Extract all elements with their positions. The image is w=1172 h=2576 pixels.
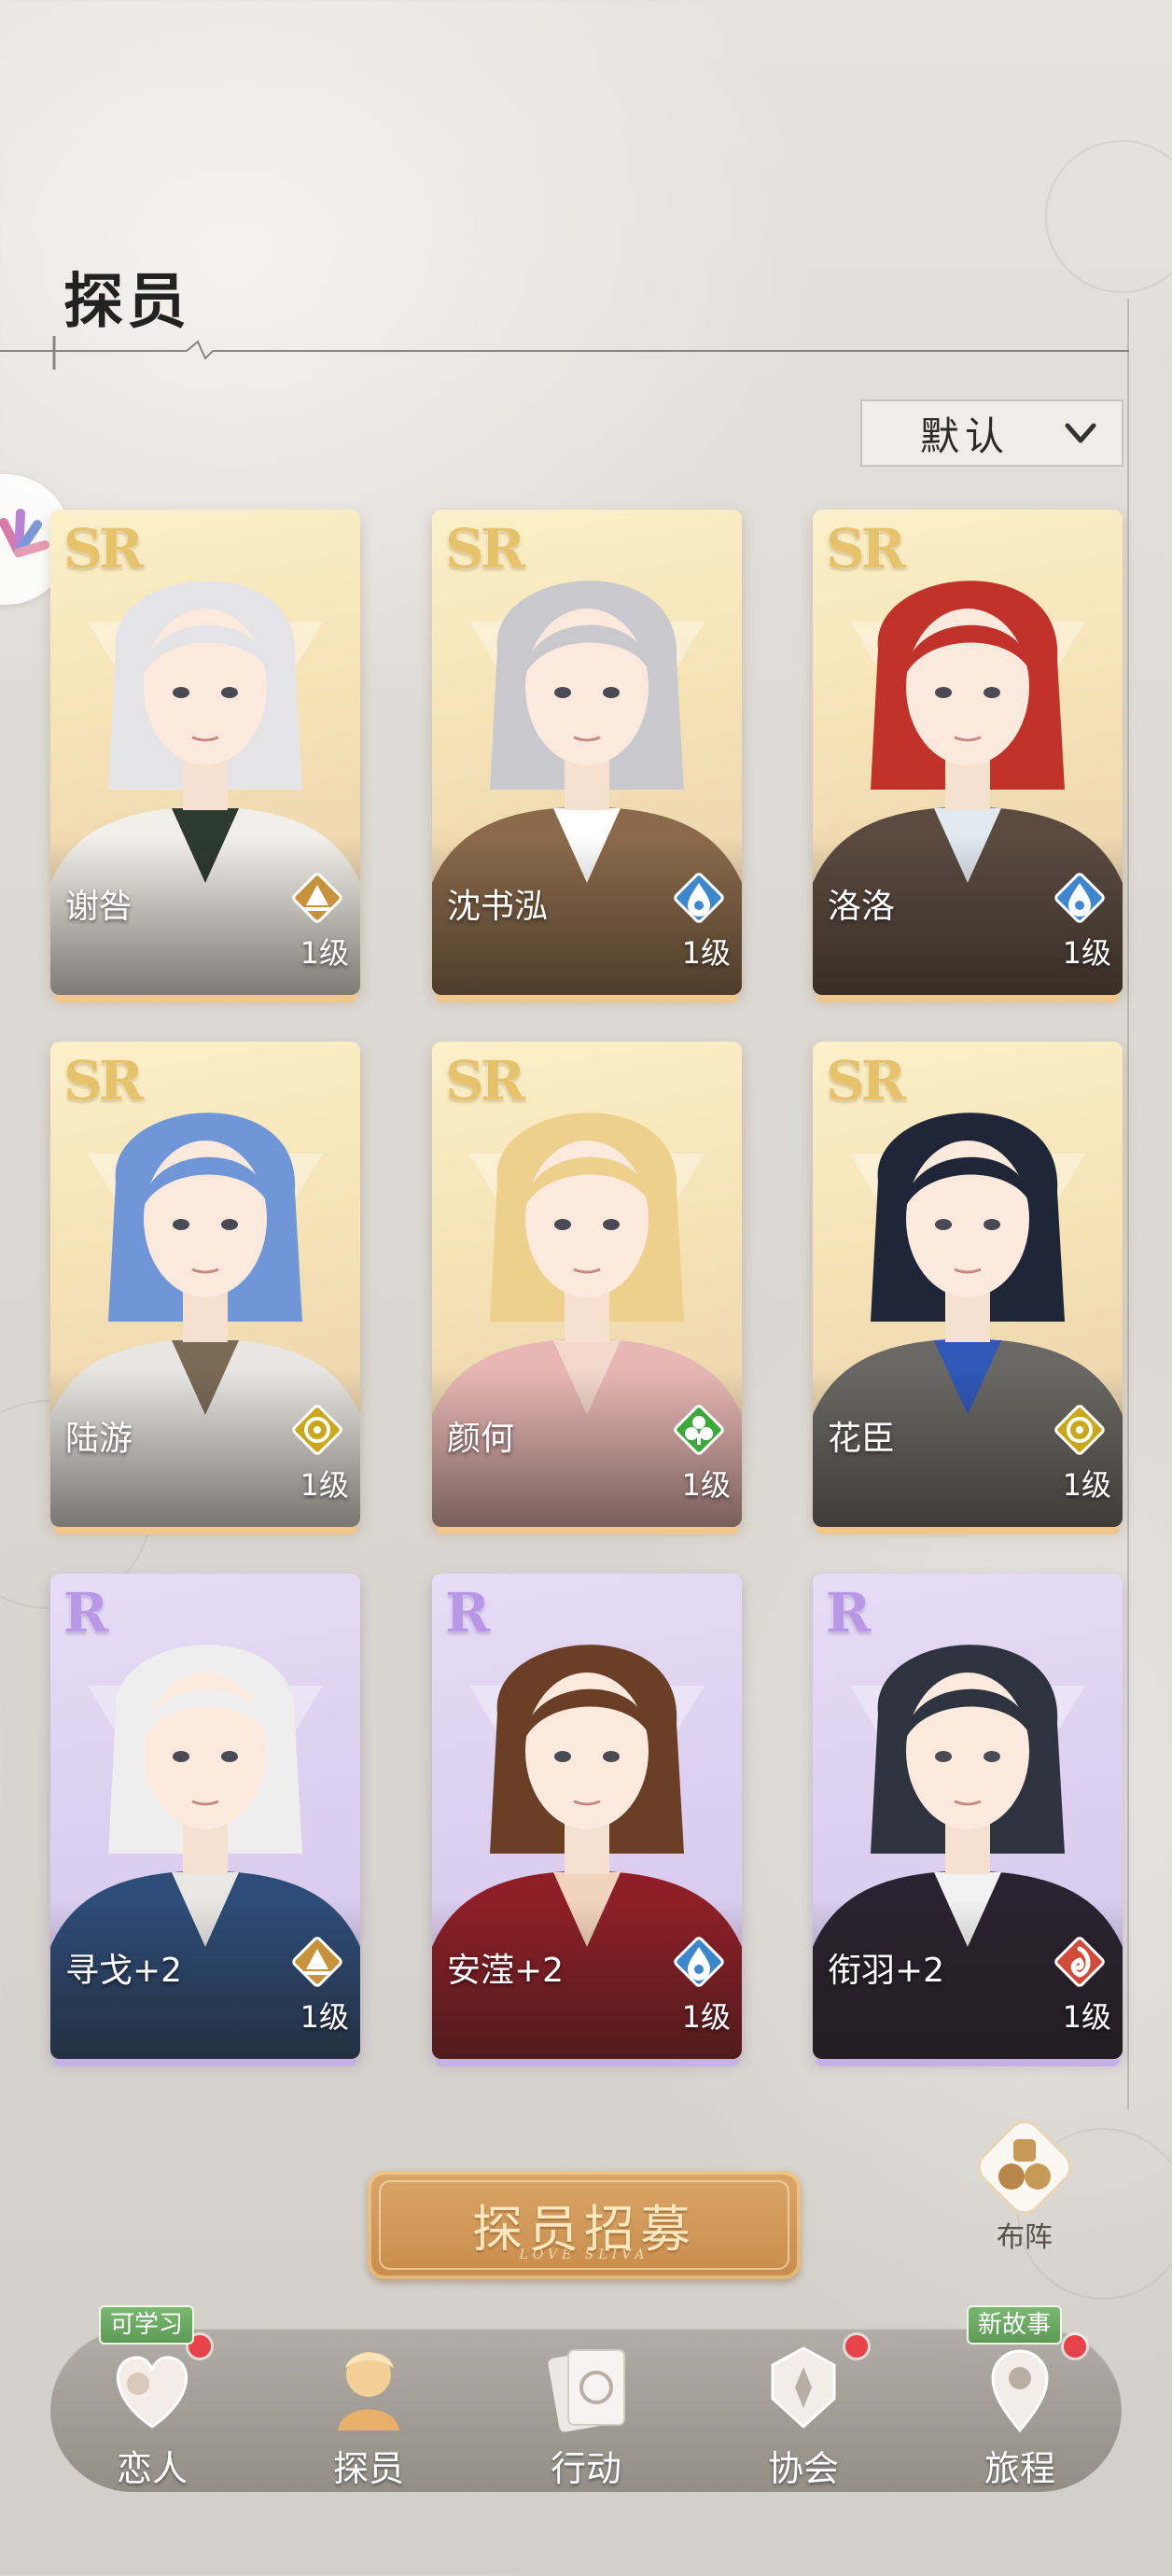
frame-line <box>1127 299 1129 2109</box>
nav-item[interactable]: 恋人 可学习 <box>73 2305 231 2496</box>
agent-name: 沈书泓 <box>447 888 549 926</box>
agent-name: 谢咎 <box>65 888 133 926</box>
rose-decoration <box>1045 140 1172 293</box>
element-yellow-icon <box>289 1402 345 1458</box>
nav-label: 行动 <box>550 2448 621 2489</box>
agent-level: 1级 <box>681 1999 731 2035</box>
agent-card[interactable]: SR 洛洛 1级 <box>813 510 1123 995</box>
element-yellow-icon <box>1052 1402 1108 1458</box>
agent-level: 1级 <box>1062 1467 1111 1503</box>
nav-item[interactable]: 探员 <box>289 2337 448 2496</box>
agent-name: 衔羽+2 <box>828 1952 945 1990</box>
agent-name: 花臣 <box>828 1420 896 1458</box>
rarity-badge: SR <box>445 1049 525 1113</box>
nav-label: 协会 <box>767 2448 839 2489</box>
nav-item[interactable]: 旅程 新故事 <box>941 2305 1099 2496</box>
agent-name: 颜何 <box>447 1420 515 1458</box>
agent-card[interactable]: SR 陆游 1级 <box>50 1042 360 1527</box>
agent-level: 1级 <box>300 1999 349 2035</box>
agent-name: 洛洛 <box>828 888 896 926</box>
element-gold-icon <box>289 870 345 926</box>
recruit-button[interactable]: 探员招募 LOVE SLIVA <box>368 2171 801 2279</box>
element-gold-icon <box>289 1934 345 1990</box>
formation-icon <box>976 2119 1073 2216</box>
agent-card[interactable]: R 安滢+2 1级 <box>432 1574 742 2059</box>
rarity-badge: R <box>826 1581 871 1645</box>
formation-label: 布阵 <box>997 2221 1053 2254</box>
agent-card[interactable]: R 寻戈+2 1级 <box>50 1574 360 2059</box>
agent-level: 1级 <box>1062 935 1111 971</box>
element-blue-icon <box>671 870 727 926</box>
agent-name: 陆游 <box>65 1420 133 1458</box>
formation-button[interactable]: 布阵 <box>963 2115 1086 2254</box>
nav-label: 恋人 <box>116 2448 188 2489</box>
agent-card[interactable]: SR 谢咎 1级 <box>50 510 360 995</box>
nav-label: 旅程 <box>984 2448 1055 2489</box>
agent-name: 寻戈+2 <box>65 1952 183 1990</box>
notification-dot <box>1064 2335 1086 2358</box>
rarity-badge: SR <box>826 517 906 581</box>
page-title: 探员 <box>63 267 190 337</box>
rarity-badge: SR <box>826 1049 906 1113</box>
rarity-badge: SR <box>63 1049 144 1113</box>
agent-level: 1级 <box>681 1467 731 1503</box>
recruit-subtitle: LOVE SLIVA <box>519 2247 649 2262</box>
rarity-badge: R <box>445 1581 490 1645</box>
notification-dot <box>845 2335 868 2358</box>
nav-badge: 可学习 <box>99 2305 195 2345</box>
nav-item[interactable]: 行动 <box>507 2337 665 2496</box>
agent-card[interactable]: SR 颜何 1级 <box>432 1042 742 1527</box>
element-red-icon <box>1052 1934 1108 1990</box>
element-blue-icon <box>671 1934 727 1990</box>
agent-card[interactable]: SR 沈书泓 1级 <box>432 510 742 995</box>
nav-item[interactable]: 协会 <box>724 2335 883 2496</box>
agent-level: 1级 <box>1062 1999 1111 2035</box>
agent-level: 1级 <box>300 935 349 971</box>
agent-name: 安滢+2 <box>447 1952 565 1990</box>
nav-badge: 新故事 <box>967 2305 1063 2345</box>
agent-level: 1级 <box>300 1467 349 1503</box>
element-blue-icon <box>1052 870 1108 926</box>
rarity-badge: SR <box>445 517 525 581</box>
rarity-badge: SR <box>63 517 144 581</box>
agent-card[interactable]: R 衔羽+2 1级 <box>813 1574 1123 2059</box>
agent-level: 1级 <box>681 935 731 971</box>
element-green-icon <box>671 1402 727 1458</box>
chevron-down-icon <box>1065 423 1096 443</box>
rarity-badge: R <box>63 1581 108 1645</box>
header-divider <box>0 336 1129 370</box>
agent-card[interactable]: SR 花臣 1级 <box>813 1042 1123 1527</box>
sort-dropdown[interactable]: 默认 <box>860 399 1123 467</box>
nav-label: 探员 <box>332 2448 404 2489</box>
sort-label: 默认 <box>919 413 1010 459</box>
